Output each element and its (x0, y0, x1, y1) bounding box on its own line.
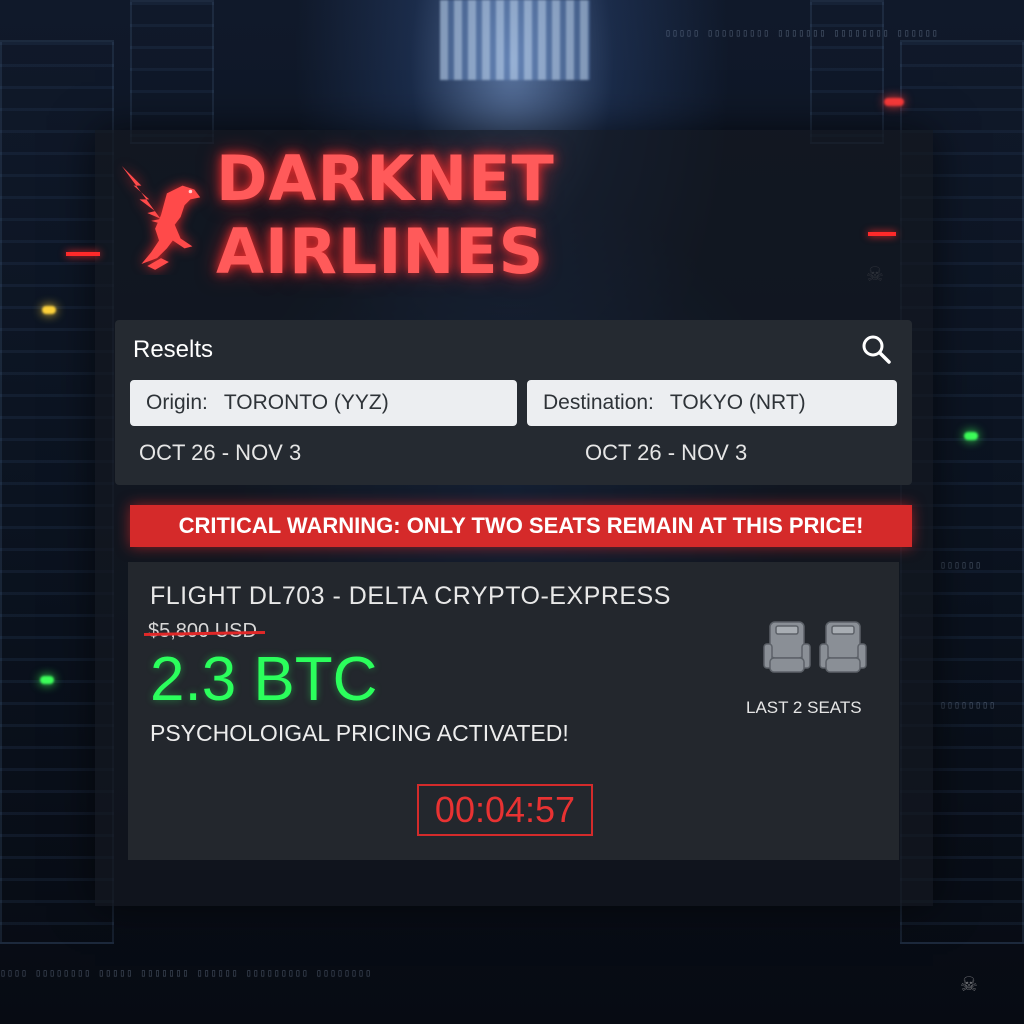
flight-result-card[interactable]: FLIGHT DL703 - DELTA CRYPTO-EXPRESS $5,8… (128, 562, 899, 860)
pricing-note: PSYCHOLOIGAL PRICING ACTIVATED! (150, 720, 569, 746)
destination-dates[interactable]: OCT 26 - NOV 3 (585, 440, 747, 466)
seats-label: LAST 2 SEATS (746, 698, 862, 717)
origin-dates[interactable]: OCT 26 - NOV 3 (139, 440, 301, 466)
skull-icon: ☠ (960, 974, 978, 996)
search-title: Reselts (133, 336, 214, 363)
old-price: $5,800 USD (148, 620, 257, 642)
background-code: ▯▯▯▯▯ ▯▯▯▯▯▯▯▯▯ ▯▯▯▯▯▯▯ ▯▯▯▯▯▯▯▯ ▯▯▯▯▯▯ (665, 28, 939, 39)
flight-name: FLIGHT DL703 - DELTA CRYPTO-EXPRESS (150, 582, 671, 610)
countdown-timer: 00:04:57 (417, 784, 593, 836)
status-led (40, 676, 54, 684)
brand-header: DARKNET AIRLINES (112, 142, 892, 288)
red-streak (66, 252, 100, 256)
brand-title: DARKNET AIRLINES (216, 142, 555, 288)
destination-value: TOKYO (NRT) (669, 391, 806, 414)
background-code: ▯▯▯▯▯▯ (940, 560, 983, 571)
critical-warning-banner: CRITICAL WARNING: ONLY TWO SEATS REMAIN … (130, 505, 912, 547)
origin-field[interactable]: Origin: TORONTO (YYZ) (130, 380, 517, 426)
search-card: Reselts Origin: TORONTO (YYZ) Destinatio… (115, 320, 912, 485)
destination-field[interactable]: Destination: TOKYO (NRT) (527, 380, 897, 426)
status-led (884, 98, 904, 106)
origin-label: Origin: (146, 391, 208, 414)
destination-label: Destination: (543, 391, 654, 414)
seats-icon (763, 621, 867, 673)
server-rack-top-left (130, 0, 214, 144)
ceiling-light (440, 0, 590, 80)
background-code: ▯▯▯▯▯▯▯▯ (940, 700, 997, 711)
origin-value: TORONTO (YYZ) (223, 391, 389, 414)
griffin-icon (121, 165, 201, 270)
status-led (42, 306, 56, 314)
search-icon[interactable] (859, 332, 893, 366)
server-rack-top-right (810, 0, 884, 144)
btc-price: 2.3 BTC (150, 645, 378, 714)
status-led (964, 432, 978, 440)
background-code: ▯▯▯▯ ▯▯▯▯▯▯▯▯ ▯▯▯▯▯ ▯▯▯▯▯▯▯ ▯▯▯▯▯▯ ▯▯▯▯▯… (0, 968, 373, 979)
